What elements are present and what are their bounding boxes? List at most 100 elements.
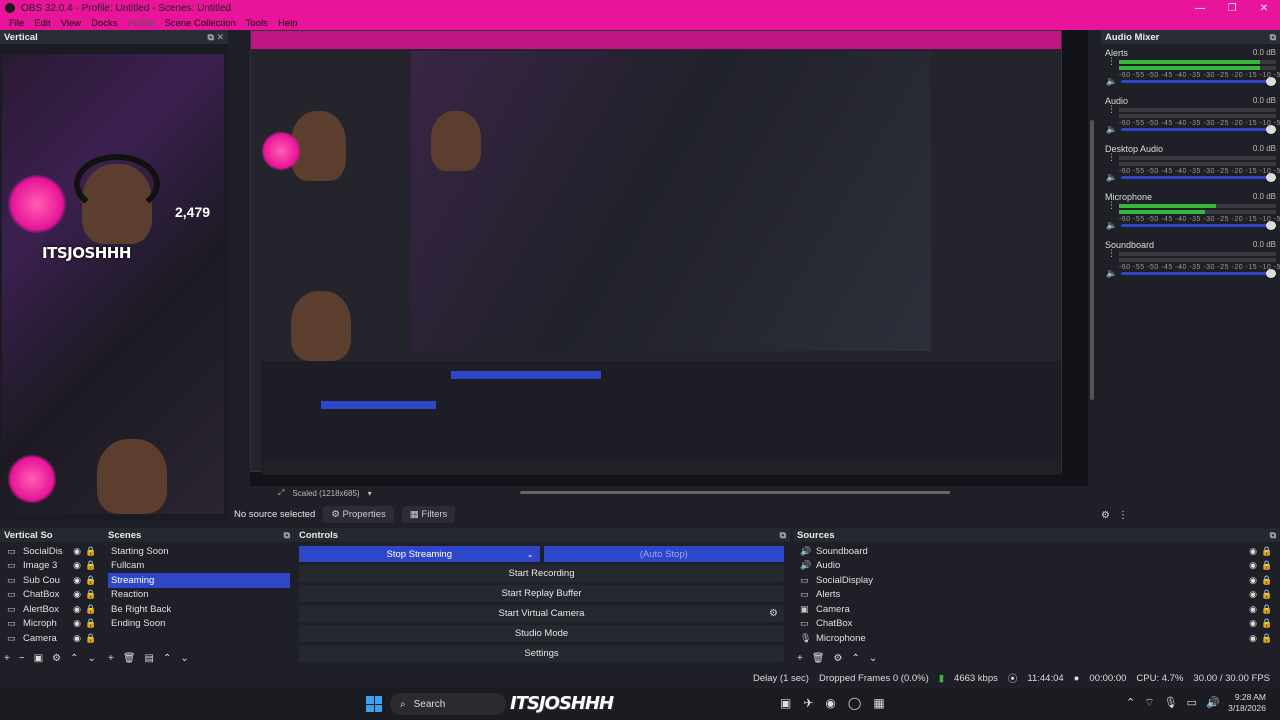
- visibility-eye-icon[interactable]: ◉: [1247, 575, 1259, 586]
- auto-stop-button[interactable]: (Auto Stop): [543, 546, 784, 562]
- monitor-icon[interactable]: ▭: [1187, 696, 1197, 710]
- visibility-eye-icon[interactable]: ◉: [71, 618, 83, 629]
- dock-float-icon[interactable]: ⧉: [780, 530, 786, 541]
- steam-icon[interactable]: ✈: [803, 696, 813, 710]
- remove-icon[interactable]: −: [19, 653, 25, 664]
- scene-item[interactable]: Be Right Back: [108, 602, 290, 617]
- mixer-menu-icon[interactable]: ⋮: [1118, 510, 1128, 524]
- speaker-icon[interactable]: 🔈: [1106, 76, 1117, 87]
- channel-menu-icon[interactable]: ⋮: [1107, 105, 1116, 114]
- vertical-source-item[interactable]: ▭ Microph ◉ 🔒: [4, 617, 100, 632]
- vertical-source-item[interactable]: ▭ SocialDis ◉ 🔒: [4, 544, 100, 559]
- channel-menu-icon[interactable]: ⋮: [1107, 201, 1116, 210]
- menu-help[interactable]: Help: [273, 18, 303, 29]
- visibility-eye-icon[interactable]: ◉: [1247, 618, 1259, 629]
- lock-icon[interactable]: 🔒: [1261, 618, 1273, 629]
- volume-slider[interactable]: [1121, 80, 1273, 83]
- remove-source-icon[interactable]: 🗑: [812, 653, 825, 664]
- visibility-eye-icon[interactable]: ◉: [71, 560, 83, 571]
- properties-button[interactable]: ⚙ Properties: [323, 505, 394, 523]
- close-button[interactable]: ✕: [1248, 3, 1280, 14]
- network-icon[interactable]: ⌔: [1144, 696, 1154, 710]
- settings-button[interactable]: Settings: [299, 645, 784, 662]
- volume-slider[interactable]: [1121, 224, 1273, 227]
- scale-label[interactable]: Scaled (1218x685): [292, 489, 359, 498]
- lock-icon[interactable]: 🔒: [85, 589, 97, 600]
- lock-icon[interactable]: 🔒: [1261, 589, 1273, 600]
- obs-taskbar-icon[interactable]: ▦: [873, 696, 884, 710]
- speaker-icon[interactable]: 🔈: [1106, 220, 1117, 231]
- vertical-source-item[interactable]: ▭ Image 3 ◉ 🔒: [4, 559, 100, 574]
- scene-item[interactable]: Streaming: [108, 573, 290, 588]
- menu-docks[interactable]: Docks: [86, 18, 122, 29]
- add-scene-icon[interactable]: +: [108, 653, 114, 664]
- visibility-eye-icon[interactable]: ◉: [1247, 589, 1259, 600]
- volume-slider-handle[interactable]: [1266, 173, 1276, 182]
- channel-menu-icon[interactable]: ⋮: [1107, 57, 1116, 66]
- scene-item[interactable]: Ending Soon: [108, 617, 290, 632]
- source-item[interactable]: 🔊 Soundboard ◉ 🔒: [797, 544, 1276, 559]
- source-item[interactable]: ▭ Alerts ◉ 🔒: [797, 588, 1276, 603]
- start-virtual-camera-button[interactable]: Start Virtual Camera ⚙: [299, 605, 784, 622]
- start-recording-button[interactable]: Start Recording: [299, 565, 784, 582]
- up-icon[interactable]: ⌃: [70, 653, 78, 664]
- visibility-eye-icon[interactable]: ◉: [1247, 546, 1259, 557]
- volume-slider[interactable]: [1121, 176, 1273, 179]
- lock-preview-icon[interactable]: ⤢: [278, 488, 284, 498]
- lock-icon[interactable]: 🔒: [1261, 560, 1273, 571]
- start-replay-buffer-button[interactable]: Start Replay Buffer: [299, 585, 784, 602]
- advanced-audio-icon[interactable]: ⚙: [1101, 510, 1110, 524]
- vertical-source-item[interactable]: ▭ AlertBox ◉ 🔒: [4, 602, 100, 617]
- visibility-eye-icon[interactable]: ◉: [71, 575, 83, 586]
- volume-icon[interactable]: 🔊: [1206, 696, 1220, 710]
- volume-slider-handle[interactable]: [1266, 221, 1276, 230]
- menu-scene-collection[interactable]: Scene Collection: [159, 18, 240, 29]
- menu-view[interactable]: View: [56, 18, 86, 29]
- group-icon[interactable]: ▣: [34, 653, 43, 664]
- move-down-icon[interactable]: ⌄: [180, 653, 188, 664]
- taskbar-search[interactable]: ⌕ Search: [390, 693, 506, 715]
- speaker-icon[interactable]: 🔈: [1106, 172, 1117, 183]
- volume-slider[interactable]: [1121, 272, 1273, 275]
- taskbar-clock[interactable]: 9:28 AM 3/18/2026: [1228, 692, 1266, 714]
- lock-icon[interactable]: 🔒: [85, 633, 97, 644]
- minimize-button[interactable]: —: [1184, 3, 1216, 14]
- stop-streaming-button[interactable]: Stop Streaming ⌄: [299, 546, 540, 562]
- vertical-preview[interactable]: 2,479 ITSJOSHHH: [2, 54, 224, 514]
- studio-mode-button[interactable]: Studio Mode: [299, 625, 784, 642]
- visibility-eye-icon[interactable]: ◉: [71, 604, 83, 615]
- speaker-icon[interactable]: 🔈: [1106, 268, 1117, 279]
- speaker-icon[interactable]: 🔈: [1106, 124, 1117, 135]
- visibility-eye-icon[interactable]: ◉: [1247, 633, 1259, 644]
- channel-menu-icon[interactable]: ⋮: [1107, 153, 1116, 162]
- dock-float-icon[interactable]: ⧉: [1270, 32, 1276, 43]
- chevron-down-icon[interactable]: ▾: [368, 489, 372, 498]
- terminal-icon[interactable]: ▣: [780, 696, 791, 710]
- source-item[interactable]: ▭ ChatBox ◉ 🔒: [797, 617, 1276, 632]
- preview-vertical-scrollbar[interactable]: [1090, 120, 1094, 400]
- lock-icon[interactable]: 🔒: [85, 575, 97, 586]
- volume-slider[interactable]: [1121, 128, 1273, 131]
- tray-chevron-icon[interactable]: ⌃: [1126, 696, 1135, 710]
- main-preview[interactable]: [250, 30, 1088, 486]
- add-source-icon[interactable]: +: [797, 653, 803, 664]
- visibility-eye-icon[interactable]: ◉: [71, 589, 83, 600]
- visibility-eye-icon[interactable]: ◉: [1247, 560, 1259, 571]
- mic-icon[interactable]: 🎙: [1164, 696, 1178, 710]
- windows-start-icon[interactable]: [366, 696, 382, 712]
- lock-icon[interactable]: 🔒: [1261, 546, 1273, 557]
- visibility-eye-icon[interactable]: ◉: [1247, 604, 1259, 615]
- chevron-down-icon[interactable]: ⌄: [527, 550, 534, 559]
- scene-item[interactable]: Starting Soon: [108, 544, 290, 559]
- scene-filters-icon[interactable]: ▤: [145, 653, 154, 664]
- menu-profile[interactable]: Profile: [123, 18, 160, 29]
- visibility-eye-icon[interactable]: ◉: [71, 633, 83, 644]
- source-item[interactable]: 🔊 Audio ◉ 🔒: [797, 559, 1276, 574]
- dock-float-icon[interactable]: ⧉: [1270, 530, 1276, 541]
- source-item[interactable]: ▭ SocialDisplay ◉ 🔒: [797, 573, 1276, 588]
- filters-button[interactable]: ▦ Filters: [401, 505, 456, 523]
- move-up-icon[interactable]: ⌃: [163, 653, 171, 664]
- lock-icon[interactable]: 🔒: [1261, 604, 1273, 615]
- virtual-camera-settings-icon[interactable]: ⚙: [769, 608, 778, 619]
- lock-icon[interactable]: 🔒: [85, 618, 97, 629]
